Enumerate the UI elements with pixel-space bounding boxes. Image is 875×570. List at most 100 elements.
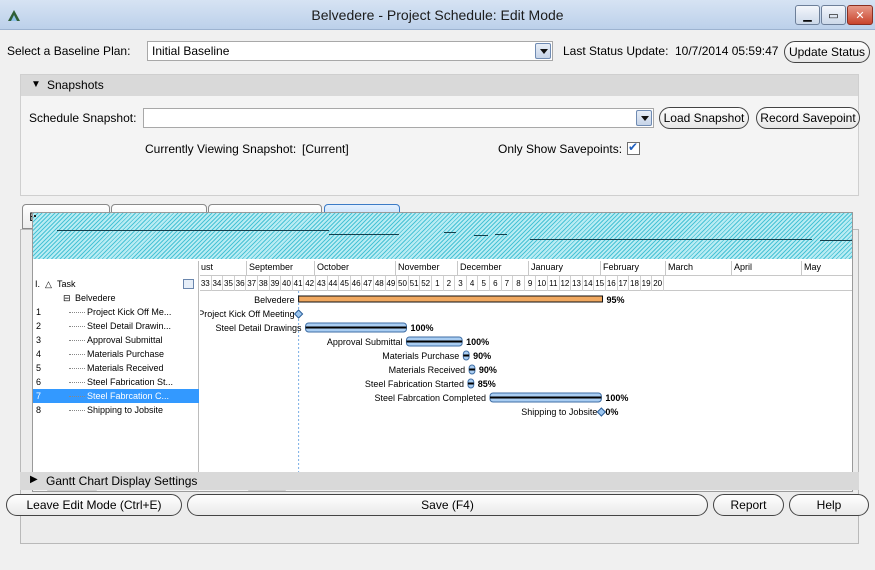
gantt-task[interactable]: Approval Submittal 100% bbox=[327, 336, 489, 347]
week-label: 2 bbox=[444, 276, 456, 291]
sort-icon[interactable]: △ bbox=[45, 277, 52, 291]
help-button[interactable]: Help bbox=[789, 494, 869, 516]
week-label: 7 bbox=[502, 276, 514, 291]
task-id: 8 bbox=[36, 405, 42, 415]
update-status-button[interactable]: Update Status bbox=[784, 41, 870, 63]
task-row[interactable]: 2 Steel Detail Drawin... bbox=[33, 319, 199, 333]
week-label: 15 bbox=[594, 276, 606, 291]
milestone-diamond[interactable] bbox=[293, 309, 304, 319]
task-id: 6 bbox=[36, 377, 42, 387]
tree-line bbox=[69, 410, 85, 411]
week-label: 44 bbox=[328, 276, 340, 291]
gantt-task[interactable]: Materials Purchase 90% bbox=[382, 350, 491, 361]
week-label: 14 bbox=[583, 276, 595, 291]
overview-line bbox=[474, 235, 488, 236]
week-label: 33 bbox=[200, 276, 212, 291]
gantt-task[interactable]: Steel Fabrication Started 85% bbox=[365, 378, 496, 389]
chevron-down-icon[interactable] bbox=[636, 110, 652, 126]
expand-icon[interactable]: ⊟ bbox=[63, 291, 71, 305]
baseline-select[interactable]: Initial Baseline bbox=[147, 41, 553, 61]
gantt-task-label: Steel Detail Drawings bbox=[216, 323, 303, 333]
percent-complete-label: 100% bbox=[605, 393, 628, 403]
week-label: 6 bbox=[490, 276, 502, 291]
task-row[interactable]: 7 Steel Fabrcation C... bbox=[33, 389, 199, 403]
percent-complete-label: 90% bbox=[479, 365, 497, 375]
gantt-view: I. △ Task ⊟ Belvedere 1 Project Kick Off … bbox=[32, 212, 853, 492]
save-button[interactable]: Save (F4) bbox=[187, 494, 708, 516]
gantt-task-label: Steel Fabrcation Completed bbox=[374, 393, 486, 403]
gantt-task[interactable]: Steel Detail Drawings 100% bbox=[216, 322, 434, 333]
week-label: 47 bbox=[362, 276, 374, 291]
record-savepoint-button[interactable]: Record Savepoint bbox=[756, 107, 860, 129]
percent-complete-label: 100% bbox=[466, 337, 489, 347]
overview-line bbox=[495, 234, 507, 235]
gantt-task[interactable]: Materials Received 90% bbox=[389, 364, 497, 375]
collapse-triangle-icon: ▼ bbox=[31, 79, 41, 90]
snapshots-panel: ▼ Snapshots Schedule Snapshot: Load Snap… bbox=[20, 74, 860, 196]
gantt-task[interactable]: Steel Fabrcation Completed 100% bbox=[374, 392, 628, 403]
task-row[interactable]: 4 Materials Purchase bbox=[33, 347, 199, 361]
month-label: February bbox=[603, 262, 640, 272]
maximize-button[interactable]: ▭ bbox=[821, 5, 846, 25]
month-divider bbox=[457, 261, 458, 276]
week-label: 50 bbox=[397, 276, 409, 291]
milestone-diamond[interactable] bbox=[596, 407, 607, 417]
task-row-root[interactable]: ⊟ Belvedere bbox=[33, 291, 199, 305]
load-snapshot-button[interactable]: Load Snapshot bbox=[659, 107, 749, 129]
week-label: 18 bbox=[629, 276, 641, 291]
month-label: ust bbox=[201, 262, 214, 272]
task-row[interactable]: 3 Approval Submittal bbox=[33, 333, 199, 347]
last-status-label: Last Status Update: bbox=[563, 44, 669, 58]
task-row[interactable]: 1 Project Kick Off Me... bbox=[33, 305, 199, 319]
only-savepoints-checkbox[interactable] bbox=[627, 140, 640, 155]
week-label: 51 bbox=[409, 276, 421, 291]
maximize-icon: ▭ bbox=[828, 9, 839, 22]
task-name: Approval Submittal bbox=[87, 335, 163, 345]
week-label: 52 bbox=[420, 276, 432, 291]
task-name: Steel Detail Drawin... bbox=[87, 321, 172, 331]
week-label: 12 bbox=[560, 276, 572, 291]
month-divider bbox=[528, 261, 529, 276]
summary-bar[interactable] bbox=[298, 295, 604, 303]
week-label: 19 bbox=[641, 276, 653, 291]
percent-complete-label: 95% bbox=[607, 295, 625, 305]
task-name: Belvedere bbox=[75, 293, 116, 303]
week-label: 35 bbox=[223, 276, 235, 291]
week-label: 9 bbox=[525, 276, 537, 291]
task-row[interactable]: 5 Materials Received bbox=[33, 361, 199, 375]
col-id-header[interactable]: I. bbox=[35, 277, 40, 291]
gantt-task[interactable]: Belvedere 95% bbox=[254, 295, 624, 305]
schedule-snapshot-select[interactable] bbox=[143, 108, 654, 128]
display-settings-bar[interactable]: ▶ Gantt Chart Display Settings bbox=[20, 472, 859, 490]
overview-line bbox=[57, 230, 329, 231]
month-label: December bbox=[460, 262, 502, 272]
gantt-overview[interactable] bbox=[33, 213, 852, 259]
column-menu-button[interactable] bbox=[183, 279, 194, 289]
chevron-down-icon[interactable] bbox=[535, 43, 551, 59]
leave-edit-mode-button[interactable]: Leave Edit Mode (Ctrl+E) bbox=[6, 494, 182, 516]
task-row[interactable]: 8 Shipping to Jobsite bbox=[33, 403, 199, 417]
gantt-bars: Belvedere 95% Project Kick Off Meeting Stee… bbox=[200, 291, 628, 491]
col-task-header[interactable]: Task bbox=[57, 277, 76, 291]
gantt-task-label: Project Kick Off Meeting bbox=[200, 309, 295, 319]
gantt-task-label: Materials Received bbox=[389, 365, 466, 375]
week-label: 16 bbox=[606, 276, 618, 291]
minimize-icon: ▁ bbox=[803, 9, 812, 22]
month-divider bbox=[395, 261, 396, 276]
close-button[interactable]: ✕ bbox=[847, 5, 873, 25]
minimize-button[interactable]: ▁ bbox=[795, 5, 820, 25]
month-divider bbox=[801, 261, 802, 276]
gantt-task[interactable]: Shipping to Jobsite 0% bbox=[521, 407, 618, 417]
week-label: 1 bbox=[432, 276, 444, 291]
week-label: 17 bbox=[618, 276, 630, 291]
week-label: 46 bbox=[351, 276, 363, 291]
percent-complete-label: 90% bbox=[473, 351, 491, 361]
task-row[interactable]: 6 Steel Fabrication St... bbox=[33, 375, 199, 389]
tree-line bbox=[69, 382, 85, 383]
gantt-task[interactable]: Project Kick Off Meeting bbox=[200, 309, 304, 319]
window-title: Belvedere - Project Schedule: Edit Mode bbox=[311, 7, 564, 23]
month-divider bbox=[314, 261, 315, 276]
week-label: 11 bbox=[548, 276, 560, 291]
snapshots-header[interactable]: ▼ Snapshots bbox=[21, 75, 858, 96]
report-button[interactable]: Report bbox=[713, 494, 784, 516]
